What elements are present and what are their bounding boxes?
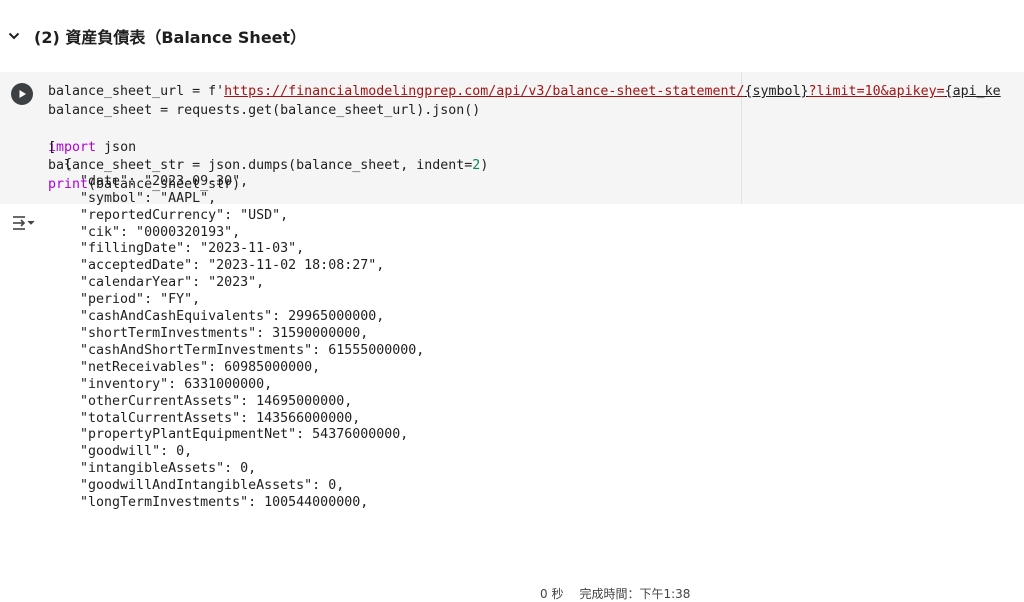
output-line: "cashAndShortTermInvestments": 615550000… (48, 342, 425, 358)
output-line: "acceptedDate": "2023-11-02 18:08:27", (48, 258, 385, 274)
cell-gutter (0, 72, 38, 204)
output-line: "fillingDate": "2023-11-03", (48, 241, 305, 257)
cell-output: [ { "date": "2023-09-30", "symbol": "AAP… (48, 140, 424, 512)
output-line: [ (48, 140, 57, 155)
output-line: "netReceivables": 60985000000, (48, 359, 321, 375)
output-toggle-icon[interactable] (12, 214, 36, 232)
section-header: (2) 資産負債表（Balance Sheet） (0, 22, 306, 50)
status-bar: 0 秒 完成時間：下午1:38 (540, 585, 706, 601)
code-url-link[interactable]: https://financialmodelingprep.com/api/v3… (224, 84, 744, 99)
output-line: "cashAndCashEquivalents": 29965000000, (48, 309, 385, 325)
output-line: "cik": "0000320193", (48, 224, 241, 240)
output-line: "reportedCurrency": "USD", (48, 207, 289, 223)
output-line: "propertyPlantEquipmentNet": 54376000000… (48, 427, 409, 443)
section-title: (2) 資産負債表（Balance Sheet） (34, 28, 307, 47)
output-line: "intangibleAssets": 0, (48, 461, 257, 477)
completed-time: 完成時間：下午1:38 (579, 587, 691, 601)
code-line-2: balance_sheet = requests.get(balance_she… (48, 102, 481, 118)
code-line-5-end: ) (480, 158, 489, 174)
output-line: "goodwillAndIntangibleAssets": 0, (48, 478, 345, 494)
output-line: "goodwill": 0, (48, 444, 193, 460)
previous-cell-fragment: ….………………… ………………… … ……………… (0, 0, 1024, 8)
output-line: "symbol": "AAPL", (48, 190, 217, 206)
previous-cell-text: ….………………… ………………… … ……………… (64, 0, 367, 4)
output-line: "totalCurrentAssets": 143566000000, (48, 410, 361, 426)
code-line-1-start: balance_sheet_url = f' (48, 84, 225, 99)
output-line: "date": "2023-09-30", (48, 173, 249, 189)
elapsed-time: 0 秒 (540, 587, 564, 601)
output-gutter (0, 204, 38, 592)
output-line: "shortTermInvestments": 31590000000, (48, 325, 369, 341)
code-url-symbol: {symbol} (744, 84, 809, 99)
output-line: "period": "FY", (48, 292, 201, 308)
output-line: "otherCurrentAssets": 14695000000, (48, 393, 353, 409)
play-icon[interactable] (11, 83, 33, 105)
output-line: "calendarYear": "2023", (48, 275, 265, 291)
chevron-down-icon[interactable] (0, 22, 28, 50)
output-line: "inventory": 6331000000, (48, 376, 273, 392)
output-line: "longTermInvestments": 100544000000, (48, 495, 369, 511)
output-line: { (48, 156, 73, 172)
code-url-query: ?limit=10&apikey= (808, 84, 945, 99)
code-url-apikey: {api_ke (944, 84, 1001, 99)
